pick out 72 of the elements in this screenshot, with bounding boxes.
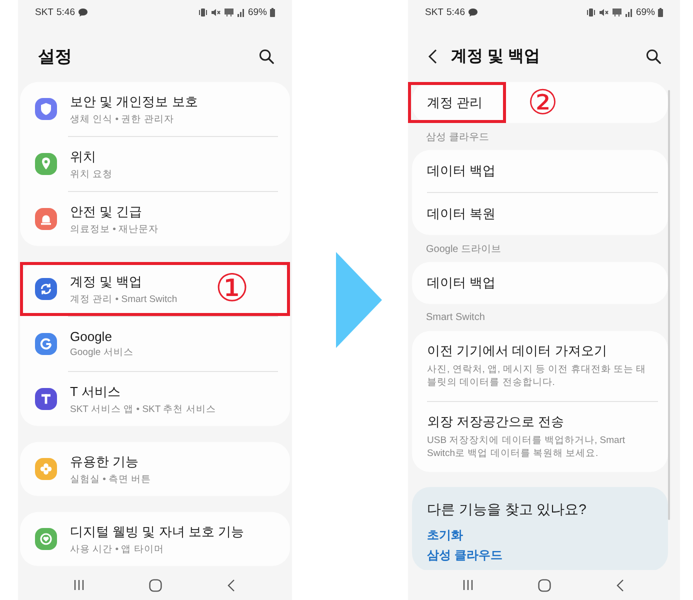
recent-apps-icon[interactable]	[462, 579, 474, 591]
back-icon[interactable]	[428, 48, 437, 64]
settings-item[interactable]: 유용한 기능 실험실 • 측면 버튼	[20, 442, 290, 496]
item-title: 안전 및 긴급	[70, 202, 144, 220]
search-icon[interactable]	[646, 48, 661, 64]
menu-item[interactable]: 데이터 백업	[412, 262, 668, 304]
item-title: 계정 및 백업	[70, 272, 144, 290]
item-subtitle: Google 서비스	[70, 346, 134, 359]
vibrate-icon	[198, 8, 208, 16]
item-title: 위치	[70, 148, 97, 166]
item-subtitle: SKT 서비스 앱 • SKT 추천 서비스	[70, 402, 216, 416]
vibrate-icon	[586, 8, 596, 16]
settings-item[interactable]: Google Google 서비스	[20, 317, 290, 371]
settings-item[interactable]: 보안 및 개인정보 보호 생체 인식 • 권한 관리자	[20, 82, 290, 136]
item-description: 사진, 연락처, 앱, 메시지 등 이전 휴대전화 또는 태블릿의 데이터를 전송합니다.	[427, 363, 648, 389]
screen-title: 설정	[38, 46, 73, 68]
section-header: Google 드라이브	[426, 242, 502, 256]
home-icon[interactable]	[538, 578, 550, 592]
signal-icon	[236, 8, 245, 16]
clock-text: 5:46	[56, 6, 75, 18]
suggestion-link[interactable]: 초기화	[427, 525, 463, 545]
menu-item[interactable]: 외장 저장공간으로 전송 USB 저장장치에 데이터를 백업하거나, Smart Switch로 백업 데이터를 복원해 보세요.	[412, 402, 668, 472]
message-icon	[224, 8, 234, 16]
message-icon	[612, 8, 622, 16]
chat-icon	[468, 8, 478, 16]
back-icon[interactable]	[616, 578, 624, 592]
item-title: 이전 기기에서 데이터 가져오기	[427, 342, 607, 360]
item-subtitle: 계정 관리 • Smart Switch	[70, 292, 178, 306]
home-icon[interactable]	[148, 578, 162, 592]
item-subtitle: 생체 인식 • 권한 관리자	[70, 112, 175, 126]
step-number: ②	[528, 86, 558, 120]
item-subtitle: 의료정보 • 재난문자	[70, 222, 159, 236]
section-header: Smart Switch	[426, 312, 485, 323]
settings-item[interactable]: 위치 위치 요청	[20, 137, 290, 191]
mute-icon	[598, 8, 609, 16]
battery-percentage: 69%	[636, 6, 655, 18]
battery-percentage: 69%	[248, 6, 267, 18]
settings-item[interactable]: 안전 및 긴급 의료정보 • 재난문자	[20, 192, 290, 246]
item-title: 외장 저장공간으로 전송	[427, 413, 564, 431]
menu-item[interactable]: 데이터 백업	[412, 150, 668, 192]
step-number: ①	[215, 270, 249, 308]
item-subtitle: 실험실 • 측면 버튼	[70, 472, 152, 486]
menu-item[interactable]: 이전 기기에서 데이터 가져오기 사진, 연락처, 앱, 메시지 등 이전 휴대전화 또는 태블릿의 데이터를 전송합니다.	[412, 331, 668, 401]
item-description: USB 저장장치에 데이터를 백업하거나, Smart Switch로 백업 데이터를 복원해 보세요.	[427, 434, 626, 460]
signal-icon	[624, 8, 633, 16]
back-icon[interactable]	[227, 578, 235, 592]
clock-text: 5:46	[446, 6, 465, 18]
item-title: T 서비스	[70, 382, 122, 400]
carrier-text: SKT	[425, 6, 444, 18]
carrier-text: SKT	[35, 6, 54, 18]
item-subtitle: 사용 시간 • 앱 타이머	[70, 542, 165, 556]
item-title: 디지털 웰빙 및 자녀 보호 기능	[70, 522, 244, 540]
suggestion-link[interactable]: 삼성 클라우드	[427, 545, 502, 565]
search-icon[interactable]	[259, 48, 274, 64]
battery-icon	[270, 8, 275, 16]
chat-icon	[78, 8, 88, 16]
screen-title: 계정 및 백업	[451, 46, 541, 66]
item-subtitle: 위치 요청	[70, 168, 113, 180]
menu-item[interactable]: 계정 관리	[408, 82, 506, 123]
arrow-icon	[336, 252, 382, 348]
menu-item[interactable]: 데이터 복원	[412, 193, 668, 235]
settings-item[interactable]: T 서비스 SKT 서비스 앱 • SKT 추천 서비스	[20, 372, 290, 426]
item-title: Google	[70, 329, 113, 344]
section-header: 삼성 클라우드	[426, 130, 489, 144]
settings-item[interactable]: 계정 및 백업 계정 관리 • Smart Switch ①	[20, 262, 290, 316]
battery-icon	[658, 8, 663, 16]
item-title: 보안 및 개인정보 보호	[70, 92, 198, 110]
settings-item[interactable]: 디지털 웰빙 및 자녀 보호 기능 사용 시간 • 앱 타이머	[20, 512, 290, 566]
item-title: 유용한 기능	[70, 452, 140, 470]
suggestion-title: 다른 기능을 찾고 있나요?	[427, 500, 586, 519]
mute-icon	[210, 8, 221, 16]
recent-apps-icon[interactable]	[73, 579, 85, 591]
